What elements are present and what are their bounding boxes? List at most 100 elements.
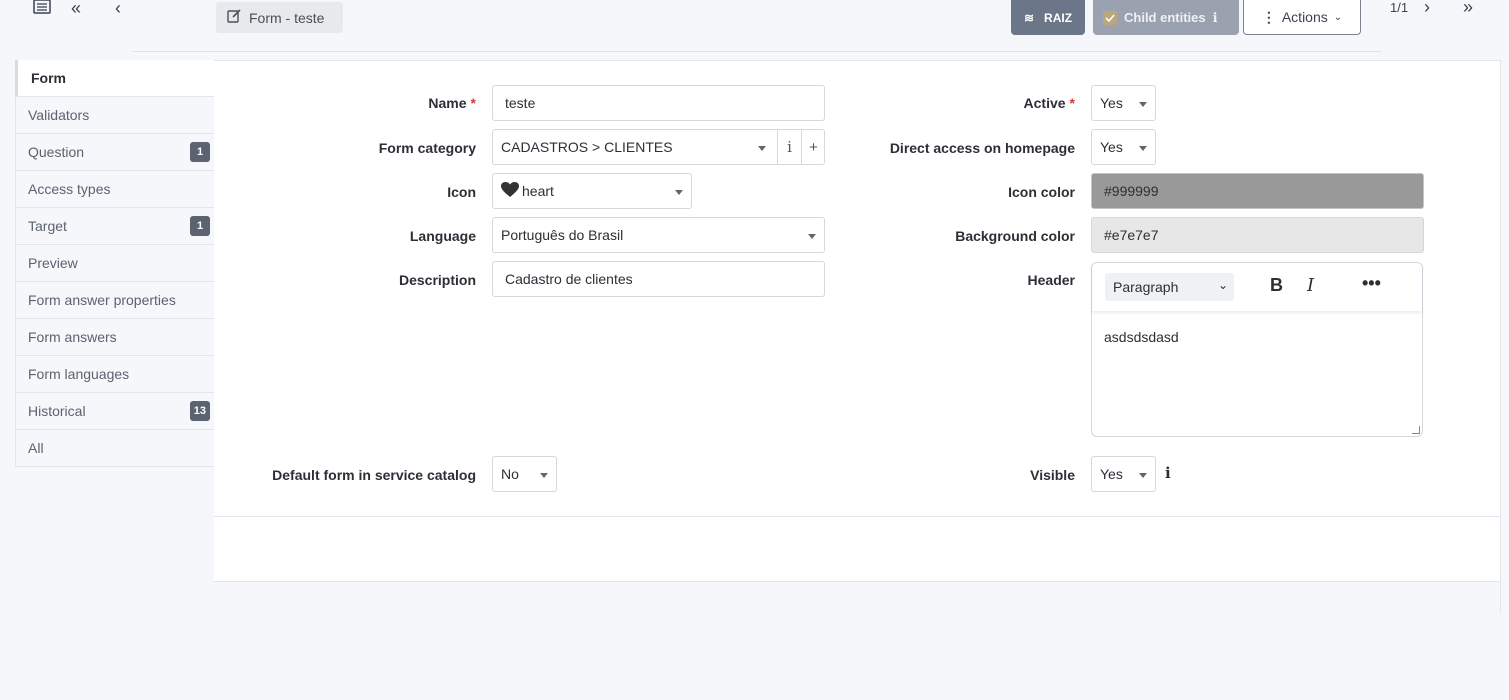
tab-label: Validators bbox=[28, 107, 90, 123]
default-form-label: Default form in service catalog bbox=[272, 467, 476, 483]
chevron-left-icon[interactable]: ‹ bbox=[115, 0, 121, 17]
active-select[interactable]: Yes bbox=[1091, 85, 1156, 121]
raiz-label: RAIZ bbox=[1044, 10, 1073, 25]
category-value: CADASTROS > CLIENTES bbox=[501, 139, 673, 155]
tab-form-languages[interactable]: Form languages bbox=[16, 356, 215, 393]
count-badge: 1 bbox=[190, 216, 210, 236]
divider bbox=[214, 516, 1500, 517]
child-entities-toggle[interactable]: Child entities ℹ bbox=[1093, 0, 1239, 35]
direct-access-label: Direct access on homepage bbox=[889, 140, 1075, 156]
layers-icon: ≋ bbox=[1023, 10, 1035, 25]
paragraph-format-value: Paragraph bbox=[1113, 279, 1179, 295]
raiz-button[interactable]: ≋ RAIZ bbox=[1011, 0, 1085, 35]
divider bbox=[133, 51, 1381, 52]
list-icon[interactable] bbox=[33, 0, 51, 16]
child-entities-label: Child entities bbox=[1124, 10, 1206, 25]
editor-toolbar: Paragraph ⌄ B I ••• bbox=[1092, 263, 1422, 311]
visible-select[interactable]: Yes bbox=[1091, 456, 1156, 492]
default-form-select[interactable]: No bbox=[492, 456, 557, 492]
tab-form-answer-properties[interactable]: Form answer properties bbox=[16, 282, 215, 319]
category-label: Form category bbox=[378, 140, 476, 156]
resize-handle-icon[interactable] bbox=[1412, 426, 1420, 434]
active-label: Active * bbox=[1023, 95, 1075, 111]
tab-label: Access types bbox=[28, 181, 111, 197]
tab-label: Preview bbox=[28, 255, 78, 271]
description-input[interactable]: Cadastro de clientes bbox=[492, 261, 825, 297]
caret-down-icon bbox=[540, 473, 548, 478]
kebab-icon: ⋮ bbox=[1261, 8, 1276, 25]
tab-target[interactable]: Target 1 bbox=[16, 208, 215, 245]
caret-down-icon bbox=[1139, 473, 1147, 478]
tab-label: Form languages bbox=[28, 366, 130, 382]
caret-down-icon bbox=[675, 190, 683, 195]
heart-icon bbox=[501, 181, 519, 201]
icon-color-label: Icon color bbox=[1008, 184, 1075, 200]
actions-label: Actions bbox=[1281, 9, 1328, 25]
header-rich-text-editor[interactable]: Paragraph ⌄ B I ••• asdsdsdasd bbox=[1091, 262, 1423, 437]
background-color-input[interactable]: #e7e7e7 bbox=[1091, 217, 1424, 253]
tab-label: Form answer properties bbox=[28, 292, 176, 308]
tab-question[interactable]: Question 1 bbox=[16, 134, 215, 171]
visible-value: Yes bbox=[1100, 466, 1123, 482]
direct-access-select[interactable]: Yes bbox=[1091, 129, 1156, 165]
double-chevron-left-icon[interactable]: « bbox=[71, 0, 81, 17]
tab-label: Form answers bbox=[28, 329, 117, 345]
italic-icon[interactable]: I bbox=[1307, 275, 1314, 296]
caret-down-icon bbox=[1139, 146, 1147, 151]
name-input[interactable]: teste bbox=[492, 85, 825, 121]
caret-down-icon bbox=[1139, 102, 1147, 107]
visible-label: Visible bbox=[1030, 467, 1075, 483]
name-label: Name * bbox=[428, 95, 476, 111]
background-color-label: Background color bbox=[955, 228, 1075, 244]
more-options-icon[interactable]: ••• bbox=[1362, 273, 1381, 294]
count-badge: 1 bbox=[190, 142, 210, 162]
category-select[interactable]: CADASTROS > CLIENTES i + bbox=[492, 129, 825, 165]
editor-content[interactable]: asdsdsdasd bbox=[1104, 329, 1179, 345]
info-icon[interactable]: i bbox=[777, 130, 801, 164]
tab-access-types[interactable]: Access types bbox=[16, 171, 215, 208]
tab-historical[interactable]: Historical 13 bbox=[16, 393, 215, 430]
info-icon: ℹ bbox=[1212, 9, 1218, 25]
pager-counter: 1/1 bbox=[1390, 0, 1409, 15]
count-badge: 13 bbox=[189, 401, 210, 421]
direct-access-value: Yes bbox=[1100, 139, 1123, 155]
chevron-down-icon: ⌄ bbox=[1333, 11, 1343, 23]
icon-color-input[interactable]: #999999 bbox=[1091, 173, 1424, 209]
breadcrumb-label: Form - teste bbox=[249, 9, 325, 26]
tab-label: Form bbox=[31, 70, 66, 86]
info-icon[interactable]: i bbox=[1165, 464, 1171, 482]
form-panel: Name * teste Form category CADASTROS > CL… bbox=[214, 60, 1501, 614]
double-chevron-right-icon[interactable]: » bbox=[1463, 0, 1473, 18]
tab-label: Target bbox=[28, 218, 67, 234]
tab-form[interactable]: Form bbox=[15, 60, 215, 97]
language-label: Language bbox=[409, 228, 476, 244]
tab-label: Historical bbox=[28, 403, 86, 419]
chevron-right-icon[interactable]: › bbox=[1424, 0, 1430, 18]
checkbox-icon[interactable] bbox=[1103, 10, 1117, 25]
active-value: Yes bbox=[1100, 95, 1123, 111]
tab-validators[interactable]: Validators bbox=[16, 97, 215, 134]
edit-icon bbox=[227, 9, 241, 26]
icon-select[interactable]: heart bbox=[492, 173, 692, 209]
bold-icon[interactable]: B bbox=[1270, 275, 1283, 296]
top-bar: « ‹ Form - teste ≋ RAIZ Child entities ℹ… bbox=[0, 0, 1509, 52]
chevron-down-icon: ⌄ bbox=[1217, 278, 1228, 292]
tab-form-answers[interactable]: Form answers bbox=[16, 319, 215, 356]
panel-footer bbox=[214, 581, 1500, 614]
sidebar-tabs: Form Validators Question 1 Access types … bbox=[15, 60, 215, 467]
icon-value: heart bbox=[522, 183, 554, 199]
description-label: Description bbox=[398, 272, 476, 288]
tab-label: All bbox=[28, 440, 44, 456]
paragraph-format-select[interactable]: Paragraph ⌄ bbox=[1105, 273, 1234, 301]
header-label: Header bbox=[1027, 272, 1075, 288]
icon-label: Icon bbox=[447, 184, 476, 200]
tab-label: Question bbox=[28, 144, 85, 160]
breadcrumb: Form - teste bbox=[216, 2, 343, 33]
tab-all[interactable]: All bbox=[16, 430, 215, 467]
actions-button[interactable]: ⋮ Actions ⌄ bbox=[1243, 0, 1361, 35]
language-value: Português do Brasil bbox=[501, 227, 624, 243]
tab-preview[interactable]: Preview bbox=[16, 245, 215, 282]
default-form-value: No bbox=[501, 466, 519, 482]
language-select[interactable]: Português do Brasil bbox=[492, 217, 825, 253]
caret-down-icon bbox=[758, 146, 766, 151]
